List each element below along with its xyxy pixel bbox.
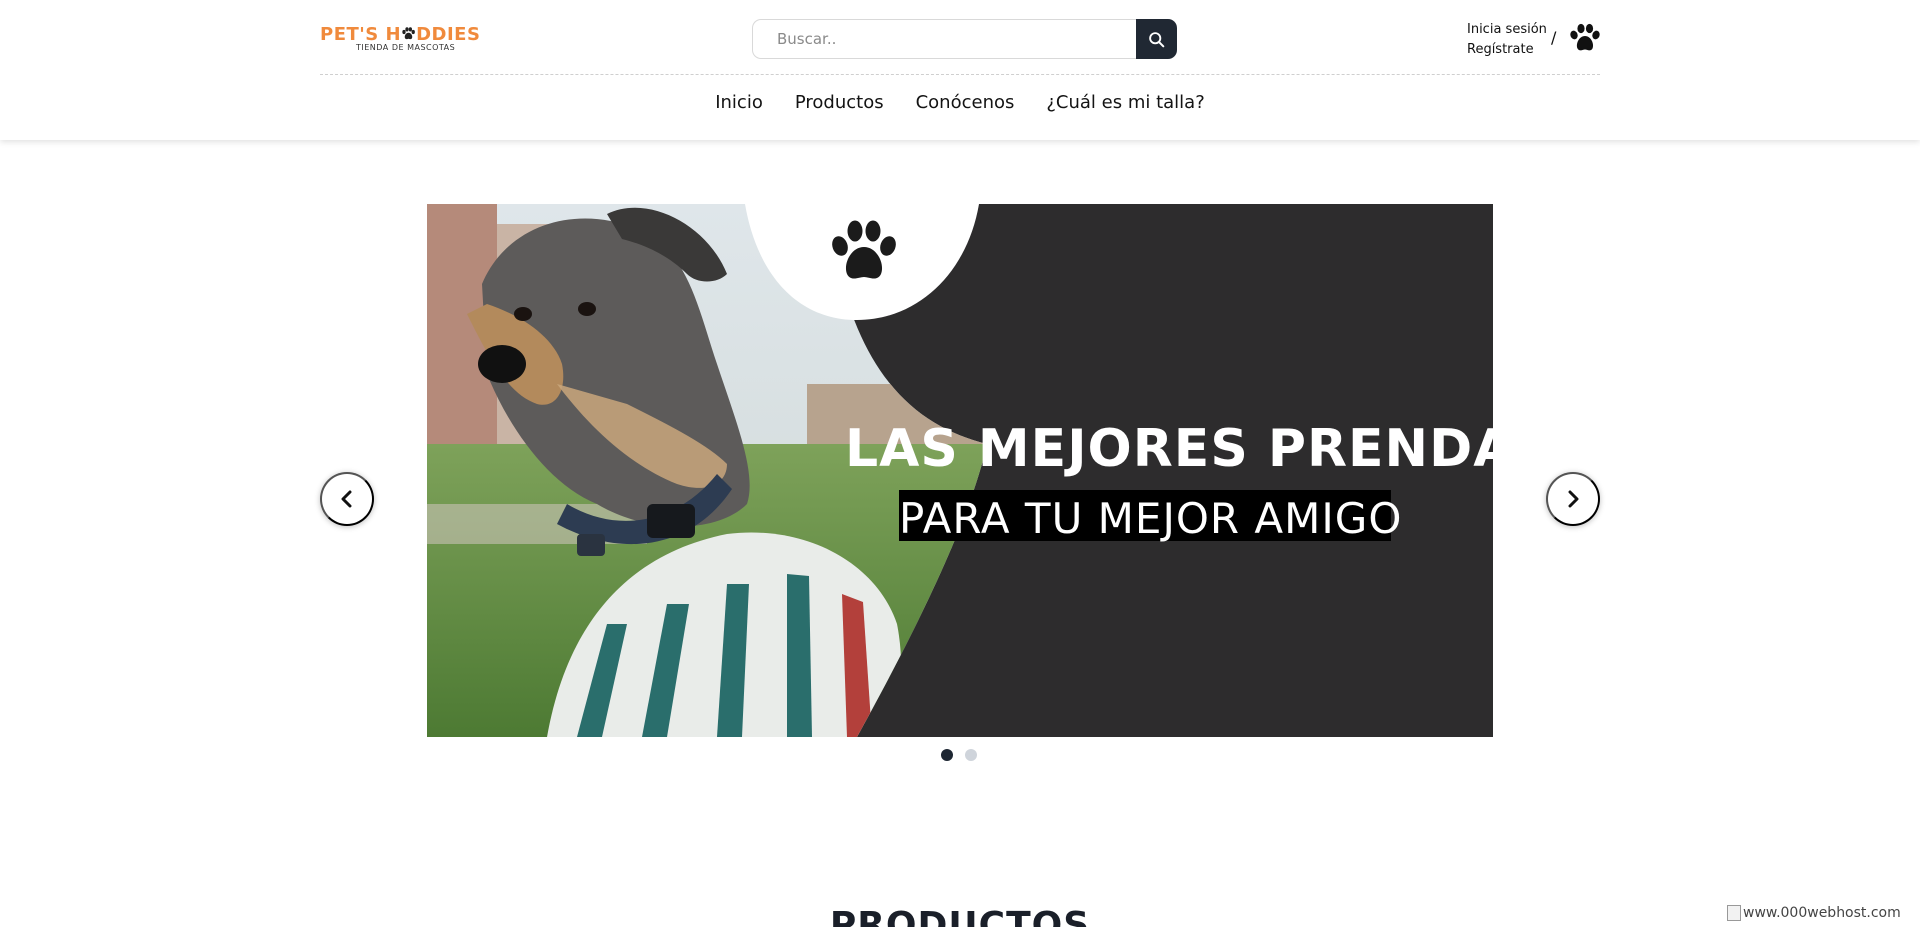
login-link[interactable]: Inicia sesión [1467, 20, 1547, 40]
register-link[interactable]: Regístrate [1467, 40, 1547, 60]
logo-tagline: TIENDA DE MASCOTAS [356, 43, 456, 52]
nav-item-inicio[interactable]: Inicio [715, 92, 763, 113]
search-form [752, 19, 1177, 59]
slide-subheadline: PARA TU MEJOR AMIGO [899, 494, 1403, 543]
carousel-next-button[interactable] [1546, 472, 1600, 526]
chevron-left-icon [341, 490, 352, 508]
host-badge[interactable]: www.000webhost.com [1727, 905, 1901, 921]
account-separator: / [1551, 28, 1557, 47]
nav-item-talla[interactable]: ¿Cuál es mi talla? [1046, 92, 1204, 113]
account-links: Inicia sesión Regístrate [1467, 20, 1547, 60]
carousel-indicators [941, 749, 977, 761]
search-button[interactable] [1136, 19, 1177, 59]
products-section-title: PRODUCTOS [829, 905, 1091, 927]
paw-icon[interactable] [1569, 23, 1601, 53]
header-divider [320, 74, 1600, 75]
nav-item-productos[interactable]: Productos [795, 92, 884, 113]
logo-brand: PET'S H DDIES [320, 24, 481, 45]
logo[interactable]: PET'S H DDIES TIENDA DE MASCOTAS [320, 24, 480, 54]
slide-subheadline-box: PARA TU MEJOR AMIGO [899, 490, 1403, 543]
slide-headline: LAS MEJORES PRENDAS [845, 419, 1493, 479]
carousel-prev-button[interactable] [320, 472, 374, 526]
hero-carousel: LAS MEJORES PRENDAS PARA TU MEJOR AMIGO [427, 204, 1493, 737]
host-badge-alt: www.000webhost.com [1743, 905, 1901, 921]
main-nav: Inicio Productos Conócenos ¿Cuál es mi t… [0, 92, 1920, 113]
carousel-dot-1[interactable] [941, 749, 953, 761]
carousel-dot-2[interactable] [965, 749, 977, 761]
chevron-right-icon [1568, 490, 1579, 508]
nav-item-conocenos[interactable]: Conócenos [916, 92, 1015, 113]
site-header: PET'S HDDIES TIENDA DE MASCOTAS Inicia s… [0, 0, 1920, 140]
broken-image-icon [1727, 905, 1741, 921]
search-input[interactable] [752, 19, 1137, 59]
logo-paw-icon [402, 27, 415, 40]
search-icon [1149, 31, 1165, 47]
